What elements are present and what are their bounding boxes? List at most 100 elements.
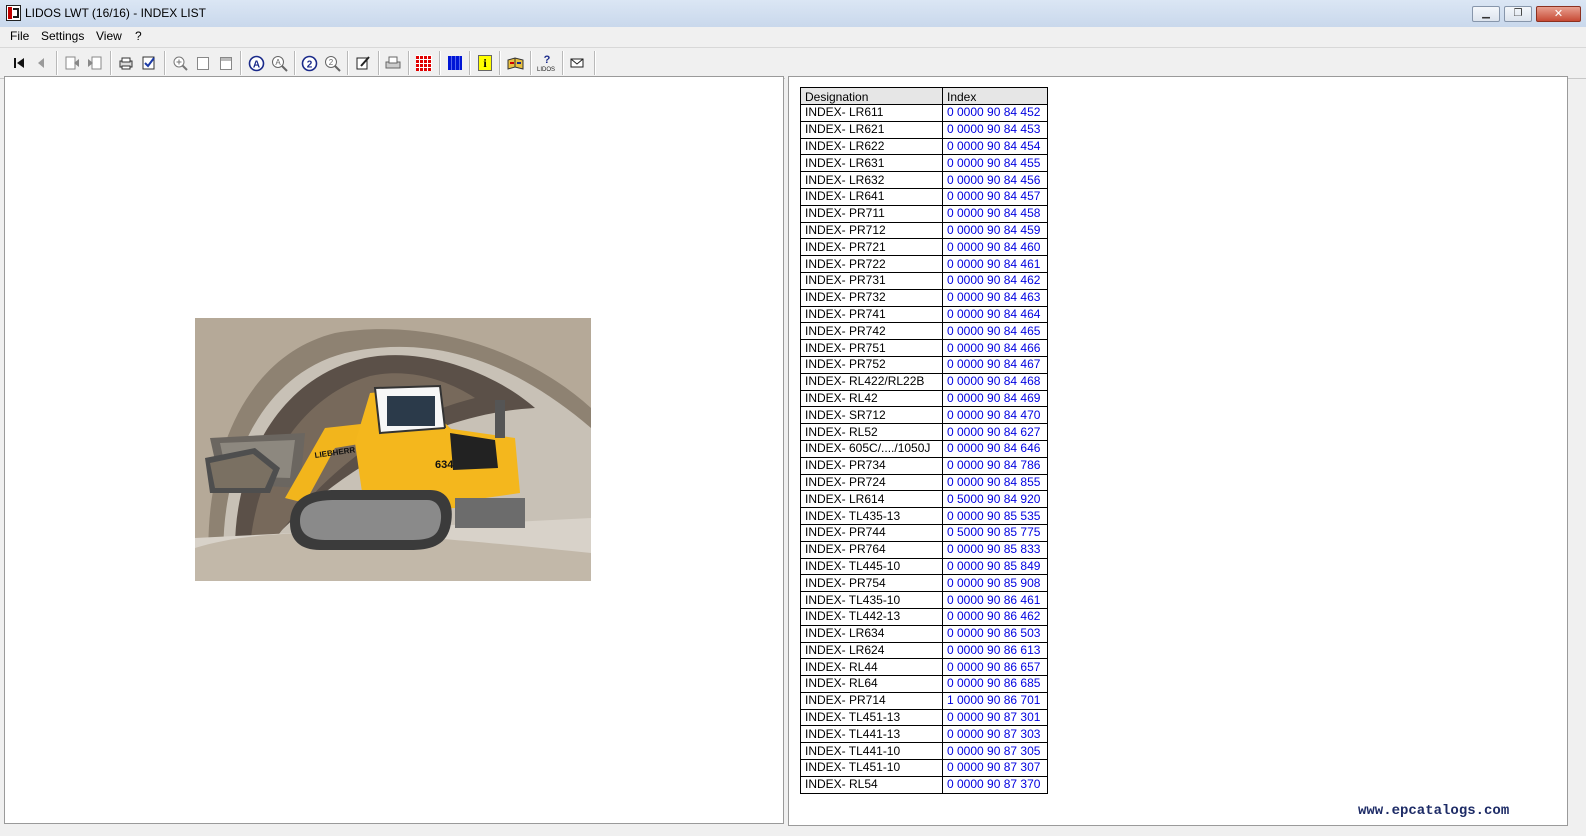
index-link[interactable]: 0 0000 90 84 463 (942, 288, 1048, 307)
index-link[interactable]: 0 0000 90 87 305 (942, 742, 1048, 761)
toolbar-separator (439, 51, 441, 75)
table-row: INDEX- RL422/RL22B 0 0000 90 84 468 (800, 372, 1048, 391)
index-link[interactable]: 0 0000 90 86 657 (942, 658, 1048, 677)
index-link[interactable]: 0 0000 90 84 456 (942, 171, 1048, 189)
index-link[interactable]: 0 0000 90 84 459 (942, 221, 1048, 240)
table-row: INDEX- TL435-13 0 0000 90 85 535 (800, 507, 1048, 525)
book-icon[interactable] (506, 54, 524, 72)
table-row: INDEX- RL44 0 0000 90 86 657 (800, 658, 1048, 677)
menu-view[interactable]: View (96, 29, 122, 43)
toolbar-separator (164, 51, 166, 75)
index-link[interactable]: 0 0000 90 87 307 (942, 759, 1048, 777)
column-header-index: Index (942, 87, 1048, 105)
index-link[interactable]: 0 0000 90 84 786 (942, 456, 1048, 475)
index-link[interactable]: 0 5000 90 85 775 (942, 523, 1048, 542)
index-link[interactable]: 0 0000 90 84 466 (942, 339, 1048, 357)
designation-cell: INDEX- PR754 (800, 574, 943, 593)
index-link[interactable]: 0 0000 90 84 455 (942, 154, 1048, 173)
index-link[interactable]: 0 0000 90 84 627 (942, 423, 1048, 441)
2-search-icon[interactable]: 2 (323, 54, 341, 72)
index-link[interactable]: 0 0000 90 86 462 (942, 607, 1048, 626)
table-row: INDEX- PR712 0 0000 90 84 459 (800, 221, 1048, 240)
red-grid-icon[interactable] (415, 54, 433, 72)
table-row: INDEX- TL435-10 0 0000 90 86 461 (800, 591, 1048, 609)
index-link[interactable]: 0 0000 90 84 464 (942, 305, 1048, 324)
checklist-icon[interactable] (140, 54, 158, 72)
index-link[interactable]: 0 0000 90 84 646 (942, 439, 1048, 458)
toolbar-separator (56, 51, 58, 75)
menu-file[interactable]: File (10, 29, 29, 43)
index-link[interactable]: 0 0000 90 84 462 (942, 271, 1048, 290)
index-link[interactable]: 0 0000 90 86 613 (942, 641, 1048, 660)
zoom-in-icon[interactable] (171, 54, 189, 72)
index-link[interactable]: 0 0000 90 86 461 (942, 591, 1048, 609)
edit-icon[interactable] (354, 54, 372, 72)
table-row: INDEX- LR624 0 0000 90 86 613 (800, 641, 1048, 660)
designation-cell: INDEX- PR711 (800, 204, 943, 223)
index-link[interactable]: 0 0000 90 86 685 (942, 675, 1048, 693)
index-link[interactable]: 0 0000 90 84 465 (942, 322, 1048, 341)
index-link[interactable]: 0 0000 90 84 468 (942, 372, 1048, 391)
index-link[interactable]: 0 5000 90 84 920 (942, 490, 1048, 509)
first-page-icon[interactable] (10, 54, 28, 72)
designation-cell: INDEX- PR732 (800, 288, 943, 307)
designation-cell: INDEX- PR722 (800, 255, 943, 273)
toolbar-separator (408, 51, 410, 75)
index-link[interactable]: 0 0000 90 87 303 (942, 725, 1048, 744)
index-link[interactable]: 0 0000 90 84 457 (942, 187, 1048, 206)
designation-cell: INDEX- LR621 (800, 120, 943, 139)
index-link[interactable]: 0 0000 90 84 454 (942, 137, 1048, 156)
index-link[interactable]: 0 0000 90 84 461 (942, 255, 1048, 273)
page-icon[interactable] (217, 54, 235, 72)
forward-icon[interactable] (86, 54, 104, 72)
toolbar-separator (347, 51, 349, 75)
menu-settings[interactable]: Settings (41, 29, 84, 43)
index-link[interactable]: 0 0000 90 87 370 (942, 775, 1048, 794)
designation-cell: INDEX- TL435-13 (800, 507, 943, 525)
table-row: INDEX- RL54 0 0000 90 87 370 (800, 775, 1048, 794)
previous-page-icon[interactable] (32, 54, 50, 72)
index-link[interactable]: 0 0000 90 85 849 (942, 557, 1048, 576)
index-link[interactable]: 0 0000 90 84 469 (942, 389, 1048, 408)
page-icon[interactable] (194, 54, 212, 72)
title-bar: LIDOS LWT (16/16) - INDEX LIST ▁ ❐ ✕ (0, 0, 1586, 28)
index-link[interactable]: 0 0000 90 87 301 (942, 708, 1048, 727)
index-link[interactable]: 0 0000 90 84 470 (942, 406, 1048, 425)
table-row: INDEX- TL442-13 0 0000 90 86 462 (800, 607, 1048, 626)
index-link[interactable]: 0 0000 90 84 453 (942, 120, 1048, 139)
info-icon[interactable]: i (476, 54, 494, 72)
index-link[interactable]: 0 0000 90 84 458 (942, 204, 1048, 223)
2-circle-icon[interactable]: 2 (300, 54, 318, 72)
index-link[interactable]: 1 0000 90 86 701 (942, 691, 1048, 710)
lidos-app-icon[interactable] (6, 5, 21, 21)
designation-cell: INDEX- RL52 (800, 423, 943, 441)
close-icon: ✕ (1553, 8, 1564, 20)
table-row: INDEX- PR714 1 0000 90 86 701 (800, 691, 1048, 710)
back-icon[interactable] (63, 54, 81, 72)
minimize-button[interactable]: ▁ (1472, 6, 1500, 22)
index-link[interactable]: 0 0000 90 84 460 (942, 238, 1048, 257)
index-link[interactable]: 0 0000 90 86 503 (942, 624, 1048, 643)
index-link[interactable]: 0 0000 90 85 535 (942, 507, 1048, 525)
table-row: INDEX- TL451-10 0 0000 90 87 307 (800, 759, 1048, 777)
a-search-icon[interactable]: A (270, 54, 288, 72)
lidos-help-icon[interactable]: ? LIDOS (537, 54, 555, 73)
print-page-icon[interactable] (117, 54, 135, 72)
close-button[interactable]: ✕ (1536, 6, 1581, 22)
a-circle-icon[interactable]: A (247, 54, 265, 72)
menu-help[interactable]: ? (135, 29, 142, 43)
table-row: INDEX- PR742 0 0000 90 84 465 (800, 322, 1048, 341)
table-row: INDEX- RL64 0 0000 90 86 685 (800, 675, 1048, 693)
index-link[interactable]: 0 0000 90 85 833 (942, 540, 1048, 559)
index-link[interactable]: 0 0000 90 84 467 (942, 355, 1048, 374)
index-link[interactable]: 0 0000 90 85 908 (942, 574, 1048, 593)
toolbar-separator (562, 51, 564, 75)
blue-grid-icon[interactable] (446, 54, 464, 72)
index-link[interactable]: 0 0000 90 84 855 (942, 473, 1048, 492)
printer-icon[interactable] (384, 54, 402, 72)
maximize-button[interactable]: ❐ (1504, 6, 1532, 22)
mail-icon[interactable] (568, 54, 586, 72)
index-link[interactable]: 0 0000 90 84 452 (942, 104, 1048, 122)
table-row: INDEX- TL451-13 0 0000 90 87 301 (800, 708, 1048, 727)
designation-cell: INDEX- TL451-13 (800, 708, 943, 727)
